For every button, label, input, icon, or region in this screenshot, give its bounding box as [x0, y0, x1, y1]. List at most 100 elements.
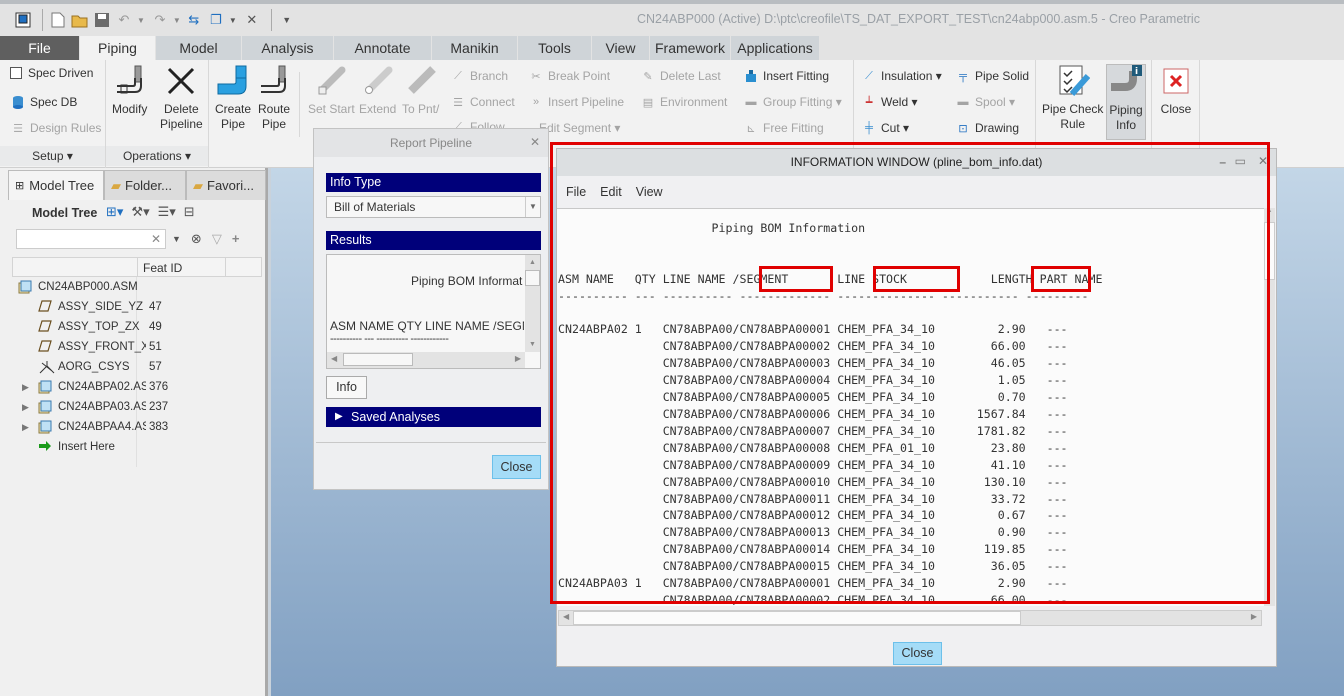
tree-item[interactable]: ▶ CN24ABPAA4.ASM383 [12, 417, 262, 437]
insulation-button[interactable]: ⟋ Insulation ▾ [862, 69, 942, 83]
tab-model[interactable]: Model [156, 36, 242, 60]
expand-arrow-icon[interactable]: ▶ [22, 402, 29, 413]
find-binoculars-icon[interactable]: ⊗ [191, 231, 202, 247]
info-type-select[interactable]: Bill of Materials ▼ [326, 196, 541, 218]
save-icon[interactable] [93, 11, 111, 29]
results-hscrollbar[interactable]: ◀ ▶ [327, 352, 525, 368]
title-bar: ↶ ▼ ↷ ▼ ⇆ ❐ ▼ ✕ ▼ CN24ABP000 (Active) D:\pt… [0, 0, 1344, 36]
tab-file[interactable]: File [0, 36, 80, 60]
open-icon[interactable] [71, 11, 89, 29]
cut-button[interactable]: ╪ Cut ▾ [862, 121, 909, 135]
delete-pipeline-button[interactable]: Delete Pipeline [160, 64, 203, 132]
tools-icon[interactable]: ⚒▾ [131, 204, 149, 220]
tree-settings-icon[interactable]: ⊞▾ [106, 204, 123, 220]
search-field[interactable] [17, 230, 142, 248]
expand-arrow-icon[interactable]: ▶ [22, 422, 29, 433]
break-point-button[interactable]: ✂ Break Point [529, 69, 610, 83]
show-icon[interactable]: ☰▾ [158, 204, 176, 220]
modify-button[interactable]: Modify [112, 64, 147, 117]
tree-search-input[interactable]: ✕ [16, 229, 166, 249]
tree-item[interactable]: ASSY_SIDE_YZ 47 [12, 297, 262, 317]
results-vscrollbar[interactable]: ▲ ▼ [525, 255, 540, 352]
info-hscrollbar[interactable]: ◀ ▶ [558, 610, 1262, 626]
tab-favorites[interactable]: ▰ Favori... [186, 170, 266, 200]
edit-segment-button[interactable]: Edit Segment ▾ [539, 121, 620, 135]
group-operations: Modify Delete Pipeline Operations ▾ [106, 60, 209, 168]
spec-driven-checkbox[interactable]: Spec Driven [9, 66, 93, 80]
tree-item[interactable]: ASSY_TOP_ZX 49 [12, 317, 262, 337]
window-icon[interactable] [14, 11, 32, 29]
group-fitting-button[interactable]: ▬ Group Fitting ▾ [744, 95, 842, 109]
tab-manikin[interactable]: Manikin [432, 36, 518, 60]
tab-model-tree[interactable]: ⊞ Model Tree [8, 170, 104, 200]
environment-button[interactable]: ▤ Environment [641, 95, 728, 109]
search-dropdown-icon[interactable]: ▼ [172, 234, 181, 247]
tree-item[interactable]: ▶ CN24ABPA02.ASM376 [12, 377, 262, 397]
model-tree-label: Model Tree [32, 206, 98, 220]
info-close-button[interactable]: Close [893, 642, 942, 665]
route-pipe-button[interactable]: Route Pipe [257, 64, 291, 132]
clear-search-icon[interactable]: ✕ [151, 232, 161, 246]
weld-button[interactable]: ┷ Weld ▾ [862, 95, 918, 109]
hide-columns-icon[interactable]: ⊟ [184, 204, 195, 220]
operations-group-label[interactable]: Operations ▾ [106, 146, 208, 166]
delete-last-button[interactable]: ✎ Delete Last [641, 69, 720, 83]
col-featid: Feat ID [143, 261, 183, 275]
pipe-solid-button[interactable]: ╤ Pipe Solid [956, 69, 1029, 83]
extend-button[interactable]: Extend [359, 64, 396, 117]
tree-item[interactable]: Insert Here [12, 437, 262, 457]
regenerate-icon[interactable]: ⇆ [185, 11, 203, 29]
tree-item[interactable]: ▶ CN24ABPA03.ASM237 [12, 397, 262, 417]
tab-analysis[interactable]: Analysis [242, 36, 334, 60]
close-piping-button[interactable]: Close [1159, 64, 1193, 117]
design-rules-button[interactable]: ☰ Design Rules [11, 121, 101, 135]
tree-item[interactable]: CN24ABP000.ASM [12, 277, 262, 297]
tree-item[interactable]: ASSY_FRONT_XY51 [12, 337, 262, 357]
pipe-check-rule-button[interactable]: Pipe Check Rule [1042, 64, 1103, 132]
tab-tools[interactable]: Tools [518, 36, 592, 60]
free-fitting-button[interactable]: ⊾ Free Fitting [744, 121, 823, 135]
tab-framework[interactable]: Framework [650, 36, 731, 60]
tab-view[interactable]: View [592, 36, 650, 60]
tab-annotate[interactable]: Annotate [334, 36, 432, 60]
saved-analyses-header[interactable]: ▶ Saved Analyses [326, 407, 541, 427]
info-button[interactable]: Info [326, 376, 367, 399]
piping-info-button[interactable]: i Piping Info [1106, 64, 1146, 140]
windows-icon[interactable]: ❐ [207, 11, 225, 29]
insert-pipeline-button[interactable]: » Insert Pipeline [529, 95, 624, 109]
spool-button[interactable]: ▬ Spool ▾ [956, 95, 1016, 109]
model-tree-panel: ⊞ Model Tree ▰ Folder... ▰ Favori... Model … [0, 168, 268, 696]
dialog-close-icon[interactable]: ✕ [530, 135, 540, 149]
filter-icon[interactable]: ▽ [212, 231, 222, 247]
ribbon-tabs: File Piping Model Analysis Annotate Mani… [0, 36, 1344, 60]
create-pipe-button[interactable]: Create Pipe [215, 64, 251, 132]
customize-icon[interactable]: ▼ [278, 11, 296, 29]
spec-db-button[interactable]: Spec DB [11, 95, 77, 109]
expand-arrow-icon[interactable]: ▶ [22, 382, 29, 393]
set-start-button[interactable]: Set Start [308, 64, 355, 117]
connect-button[interactable]: ☰ Connect [451, 95, 515, 109]
tree-item-name: AORG_CSYS [58, 361, 130, 373]
tab-piping[interactable]: Piping [80, 36, 156, 60]
group-setup: Spec Driven Spec DB ☰ Design Rules Setup … [0, 60, 106, 168]
setup-group-label[interactable]: Setup ▾ [0, 146, 105, 166]
tree-item-featid: 51 [149, 341, 162, 353]
hscroll-thumb[interactable] [573, 611, 1021, 625]
new-icon[interactable] [49, 11, 67, 29]
close-window-icon[interactable]: ✕ [243, 11, 261, 29]
undo-icon[interactable]: ↶ [115, 11, 133, 29]
tab-folder-browser[interactable]: ▰ Folder... [104, 170, 186, 200]
drawing-button[interactable]: ⊡ Drawing [956, 121, 1019, 135]
add-icon[interactable]: + [232, 231, 240, 247]
branch-button[interactable]: ⟋ Branch [451, 69, 508, 83]
redo-icon[interactable]: ↷ [151, 11, 169, 29]
results-textbox[interactable]: Piping BOM Informat ASM NAME QTY LINE NA… [326, 254, 541, 369]
insert-fitting-button[interactable]: Insert Fitting [744, 69, 829, 83]
datum-plane-icon [38, 320, 52, 335]
tree-item-name: ASSY_SIDE_YZ [58, 301, 144, 313]
tab-applications[interactable]: Applications [731, 36, 820, 60]
report-close-button[interactable]: Close [492, 455, 541, 479]
to-point-button[interactable]: To Pnt/ [402, 64, 439, 117]
tree-item[interactable]: AORG_CSYS 57 [12, 357, 262, 377]
insert-arrow-icon [38, 440, 52, 455]
